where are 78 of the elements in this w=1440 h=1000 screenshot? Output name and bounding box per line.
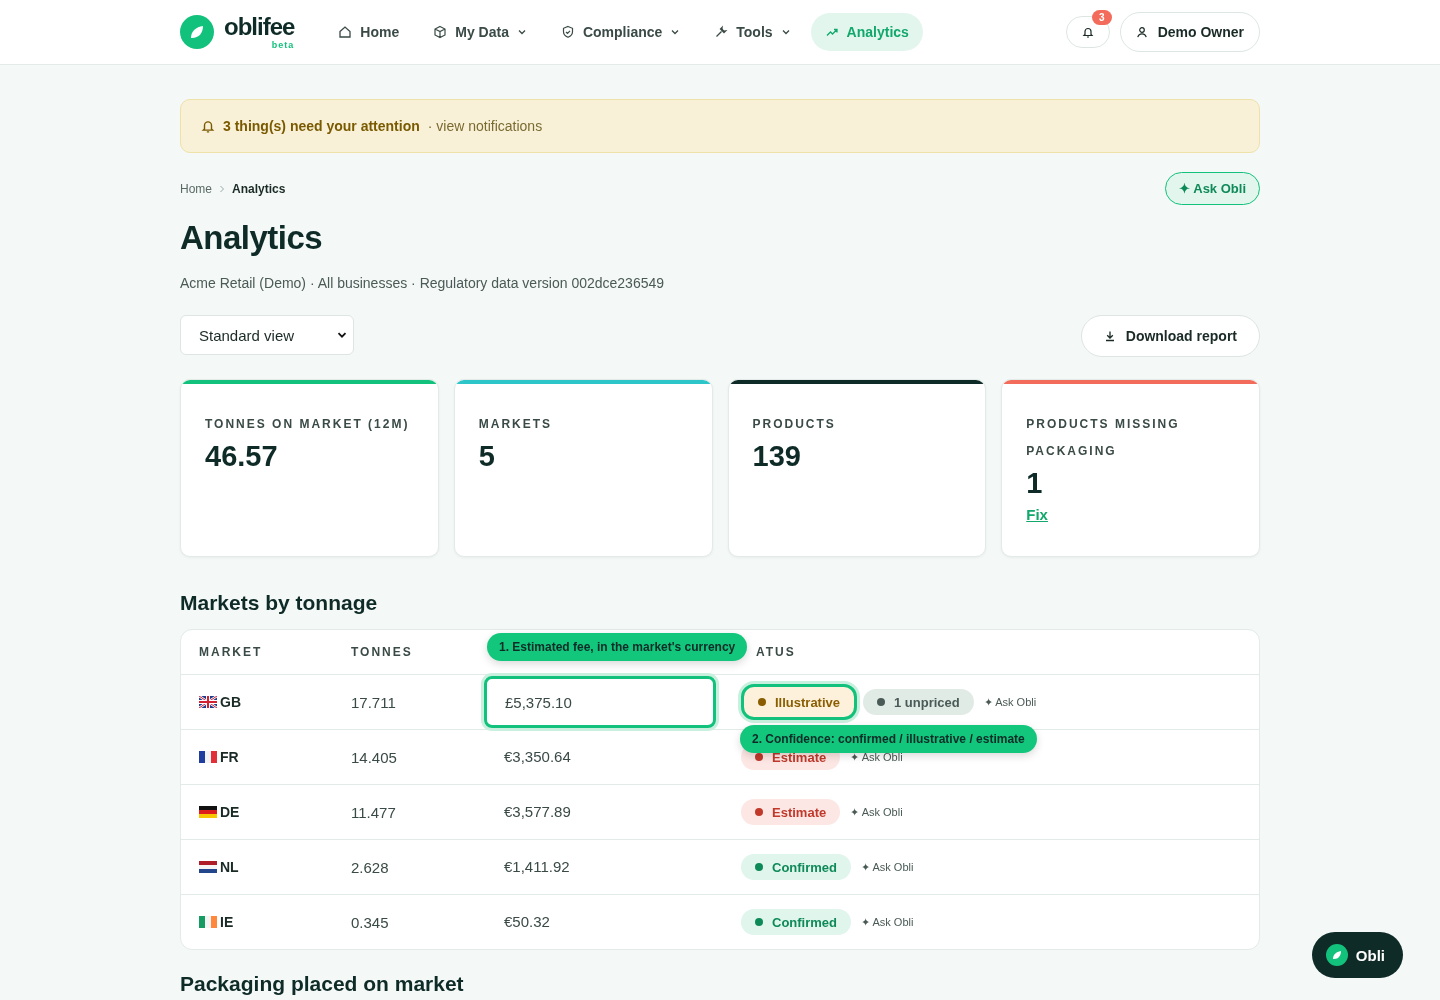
- column-header: MARKET: [198, 645, 264, 659]
- ask-obli-link[interactable]: ✦ Ask Obli: [983, 695, 1037, 709]
- stat-value: 5: [478, 440, 496, 473]
- ask-obli-link[interactable]: ✦ Ask Obli: [850, 750, 903, 764]
- flag-icon: [199, 861, 217, 873]
- fee-cell-text: €3,350.64: [503, 748, 572, 765]
- brand-name: oblifee: [224, 14, 295, 39]
- status-badge: Illustrative: [741, 684, 858, 720]
- section-heading: Markets by tonnage: [180, 591, 379, 615]
- tour-tooltip: 1. Estimated fee, in the market's currency: [487, 633, 748, 661]
- nav-tab[interactable]: Compliance: [546, 13, 695, 51]
- fee-cell-text: €3,577.89: [503, 803, 572, 820]
- status-badge: Estimate: [741, 799, 841, 825]
- chevron-right-icon: [219, 184, 225, 193]
- section-heading: Packaging placed on market: [180, 972, 465, 996]
- stat-label: MARKETS: [478, 416, 554, 433]
- stat-label: PRODUCTS MISSING PACKAGING: [1026, 416, 1181, 460]
- shield-icon: [560, 25, 575, 39]
- nav-tab[interactable]: My Data: [419, 13, 541, 51]
- tonnes-cell-text: 0.345: [351, 913, 390, 931]
- ask-obli-link[interactable]: ✦ Ask Obli: [861, 860, 914, 874]
- cube-icon: [433, 25, 448, 39]
- nav-tab[interactable]: Home: [324, 13, 414, 51]
- tonnes-cell-text: 11.477: [351, 803, 397, 821]
- bell-icon: [201, 119, 215, 133]
- chevron-down-icon: [516, 27, 527, 37]
- tonnes-cell-text: 14.405: [351, 748, 398, 766]
- flag-icon: [199, 806, 217, 818]
- market-code: DE: [220, 804, 240, 820]
- home-icon: [338, 25, 353, 39]
- ask-obli-link[interactable]: ✦ Ask Obli: [861, 915, 914, 929]
- flag-icon: [199, 696, 217, 708]
- fee-cell: £5,375.10: [484, 676, 716, 728]
- stat-value: 1: [1026, 467, 1044, 500]
- nav-tab[interactable]: Tools: [700, 13, 805, 51]
- notification-count-badge: 3: [1092, 10, 1112, 25]
- market-code: IE: [220, 914, 234, 930]
- ask-obli-link[interactable]: ✦ Ask Obli: [850, 805, 903, 819]
- market-code: GB: [220, 694, 241, 710]
- fee-cell-text: €50.32: [503, 913, 551, 930]
- stat-value: 46.57: [205, 440, 279, 473]
- market-code: NL: [220, 859, 239, 875]
- attention-message: 3 thing(s) need your attention: [223, 118, 420, 134]
- chevron-down-icon: [337, 330, 347, 340]
- ask-obli-button[interactable]: ✦ Ask Obli: [1165, 172, 1260, 205]
- download-report-button[interactable]: Download report: [1080, 315, 1260, 357]
- tour-tooltip: 2. Confidence: confirmed / illustrative / estimate: [740, 725, 1037, 753]
- download-icon: [1103, 330, 1116, 342]
- obli-chat-button[interactable]: Obli: [1311, 932, 1403, 978]
- status-badge: Confirmed: [741, 909, 851, 935]
- chevron-down-icon: [780, 27, 791, 37]
- market-code: FR: [220, 749, 239, 765]
- leaf-icon: [1325, 944, 1348, 966]
- unpriced-badge: 1 unpriced: [863, 689, 974, 715]
- leaf-logo-icon: [180, 15, 214, 49]
- column-header: ATUS: [755, 645, 797, 659]
- wrench-icon: [714, 25, 729, 39]
- stat-label: TONNES ON MARKET (12M): [205, 416, 411, 433]
- tonnes-cell-text: 17.711: [351, 693, 397, 711]
- breadcrumb-current: Analytics: [232, 181, 286, 196]
- fee-cell-text: €1,411.92: [503, 858, 571, 875]
- stat-label: PRODUCTS: [752, 416, 837, 433]
- bell-icon: [1081, 26, 1094, 38]
- stat-value: 139: [752, 440, 802, 473]
- view-notifications-link[interactable]: · view notifications: [427, 118, 543, 134]
- tonnes-cell-text: 2.628: [351, 858, 390, 876]
- user-menu-button[interactable]: Demo Owner: [1119, 12, 1260, 52]
- flag-icon: [199, 751, 217, 763]
- status-badge: Confirmed: [741, 854, 851, 880]
- column-header: TONNES: [351, 645, 414, 659]
- breadcrumb-link[interactable]: Home: [180, 181, 212, 196]
- flag-icon: [199, 916, 217, 928]
- page-title: Analytics: [180, 219, 324, 257]
- person-icon: [1135, 26, 1148, 38]
- view-select[interactable]: Standard view: [180, 315, 354, 355]
- beta-tag: beta: [271, 40, 295, 50]
- chevron-down-icon: [670, 27, 681, 37]
- page-subtitle: Acme Retail (Demo) · All businesses · Regulatory data version 002dce236549: [180, 275, 666, 291]
